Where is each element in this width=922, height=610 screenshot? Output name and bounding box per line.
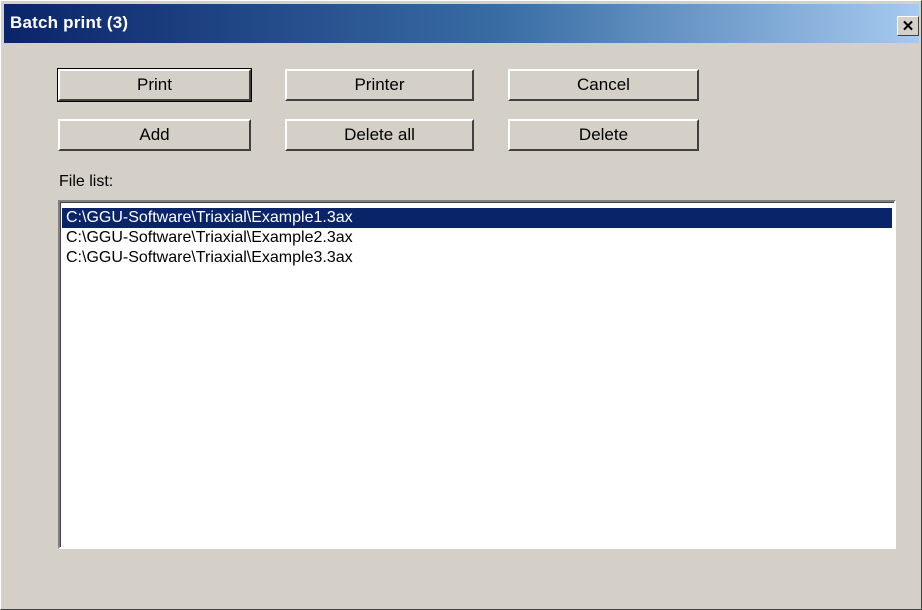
cancel-button[interactable]: Cancel bbox=[508, 69, 699, 101]
close-icon: ✕ bbox=[901, 17, 915, 35]
print-button[interactable]: Print bbox=[57, 68, 252, 102]
window-title: Batch print (3) bbox=[10, 13, 129, 32]
file-list-item[interactable]: C:\GGU-Software\Triaxial\Example3.3ax bbox=[62, 248, 892, 268]
delete-all-button[interactable]: Delete all bbox=[285, 119, 474, 151]
printer-button[interactable]: Printer bbox=[285, 69, 474, 101]
delete-button[interactable]: Delete bbox=[508, 119, 699, 151]
file-list-item[interactable]: C:\GGU-Software\Triaxial\Example1.3ax bbox=[62, 208, 892, 228]
close-button[interactable]: ✕ bbox=[897, 16, 919, 36]
file-list-label: File list: bbox=[59, 173, 114, 190]
title-bar[interactable]: Batch print (3) ✕ bbox=[4, 4, 919, 43]
file-listbox[interactable]: C:\GGU-Software\Triaxial\Example1.3ax C:… bbox=[58, 200, 896, 549]
file-list-item[interactable]: C:\GGU-Software\Triaxial\Example2.3ax bbox=[62, 228, 892, 248]
add-button[interactable]: Add bbox=[58, 119, 251, 151]
batch-print-dialog: Batch print (3) ✕ Print Printer Cancel A… bbox=[0, 0, 922, 610]
